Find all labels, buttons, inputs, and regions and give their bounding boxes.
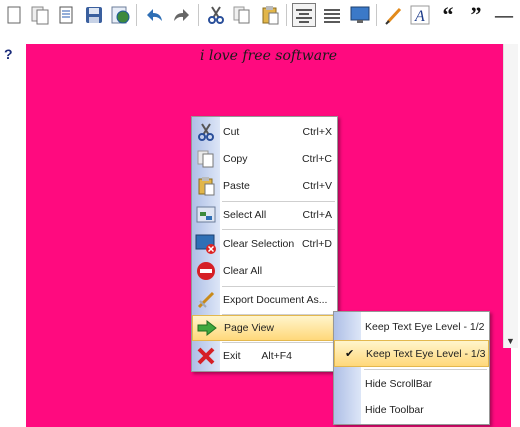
document-lines-icon [59,6,73,24]
menu-item-export-document[interactable]: Export Document As... [192,287,337,313]
menu-item-label: Clear Selection [223,238,295,250]
paste-icon [198,177,215,196]
copy-button[interactable] [230,3,254,27]
submenu-item-label: Keep Text Eye Level - 1/2 [365,320,485,333]
menu-item-shortcut: Ctrl+D [301,238,332,250]
menu-item-shortcut: Ctrl+X [302,126,332,138]
menu-separator [222,229,335,230]
context-menu: Cut Ctrl+X Copy Ctrl+C Paste Ctrl+V Sele… [191,116,338,372]
documents-icon [31,6,49,25]
menu-item-label: Exit [223,350,241,362]
scissors-icon [208,6,224,24]
floppy-disk-icon [86,7,102,23]
select-all-icon [196,206,216,223]
paste-icon [262,6,279,25]
copy-icon [197,150,214,168]
clipboard-button[interactable] [54,3,78,27]
scroll-down-arrow-icon[interactable]: ▼ [506,336,515,346]
copy-documents-button[interactable] [28,3,52,27]
minimize-button[interactable]: — [492,3,516,27]
scissors-icon [198,123,214,141]
checkmark-icon: ✔ [345,348,355,360]
menu-item-shortcut: Ctrl+C [301,153,332,165]
pen-button[interactable] [382,3,406,27]
menu-item-cut[interactable]: Cut Ctrl+X [192,119,337,145]
menu-item-shortcut: Alt+F4 [261,350,292,362]
submenu-item-label: Hide ScrollBar [365,377,433,390]
menu-item-paste[interactable]: Paste Ctrl+V [192,173,337,199]
cut-button[interactable] [204,3,228,27]
export-icon [197,291,215,309]
globe-document-icon [111,6,130,24]
redo-icon [174,9,189,21]
menu-item-page-view[interactable]: Page View [192,315,337,341]
clear-selection-icon [195,234,216,254]
copy-icon [233,6,250,24]
menu-item-label: Clear All [223,265,263,277]
paste-button[interactable] [258,3,282,27]
new-document-button[interactable] [2,3,26,27]
page-view-button[interactable] [348,3,372,27]
submenu-item-label: Keep Text Eye Level - 1/3 [366,347,486,360]
undo-icon [147,9,162,21]
text-style-icon: A [410,5,430,25]
redo-button[interactable] [170,3,194,27]
menu-item-clear-selection[interactable]: Clear Selection Ctrl+D [192,231,337,257]
monitor-icon [350,6,370,23]
arrow-right-icon [197,319,217,337]
menu-item-exit[interactable]: Exit Alt+F4 [192,343,337,369]
minimize-icon: — [495,5,513,25]
toolbar: A “ ” — [0,0,520,30]
no-entry-icon [197,262,215,280]
document-text[interactable]: i love free software [26,48,511,64]
page-view-submenu: Keep Text Eye Level - 1/2 ✔ Keep Text Ey… [333,311,490,425]
save-button[interactable] [82,3,106,27]
menu-item-label: Page View [224,322,275,334]
menu-item-label: Cut [223,126,240,138]
align-center-button[interactable] [292,3,316,27]
submenu-item-hide-toolbar[interactable]: Hide Toolbar [334,396,489,423]
justify-icon [324,9,340,23]
help-button[interactable]: ? [4,46,13,62]
menu-item-copy[interactable]: Copy Ctrl+C [192,146,337,172]
undo-button[interactable] [142,3,166,27]
vertical-scrollbar[interactable]: ▼ [503,44,518,348]
menu-item-select-all[interactable]: Select All Ctrl+A [192,202,337,228]
red-x-icon [197,347,215,365]
quote-close-icon: ” [470,2,482,27]
new-document-icon [7,6,21,24]
menu-item-label: Copy [223,153,248,165]
menu-item-label: Paste [223,180,250,192]
quote-open-icon: “ [442,2,454,27]
menu-item-shortcut: Ctrl+A [302,209,332,221]
submenu-item-hide-scrollbar[interactable]: Hide ScrollBar [334,370,489,397]
menu-item-label: Select All [223,209,267,221]
pencil-icon [385,7,402,25]
quote-close-button[interactable]: ” [464,3,488,27]
submenu-item-label: Hide Toolbar [365,403,424,416]
svg-text:A: A [414,8,425,25]
menu-item-shortcut: Ctrl+V [302,180,332,192]
justify-button[interactable] [320,3,344,27]
quote-open-button[interactable]: “ [436,3,460,27]
menu-item-label: Export Document As... [223,294,328,306]
submenu-item-eye-level-third[interactable]: ✔ Keep Text Eye Level - 1/3 [334,340,489,367]
text-style-button[interactable]: A [408,3,432,27]
align-center-icon [296,9,312,23]
menu-item-clear-all[interactable]: Clear All [192,258,337,284]
submenu-item-eye-level-half[interactable]: Keep Text Eye Level - 1/2 [334,313,489,340]
save-as-web-button[interactable] [108,3,132,27]
